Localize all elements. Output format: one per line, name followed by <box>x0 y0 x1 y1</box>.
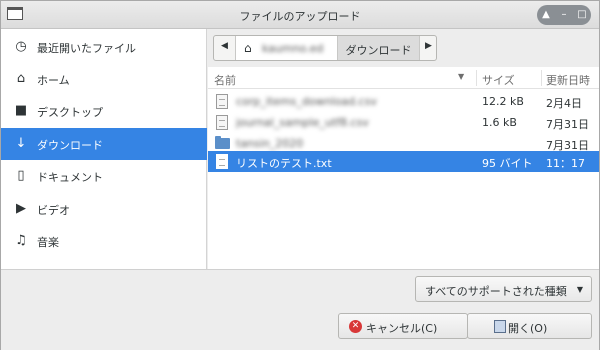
chevron-left-icon: ◀ <box>221 41 228 51</box>
home-icon: ⌂ <box>16 71 26 86</box>
folder-name: tansin_2020 <box>236 137 304 150</box>
home-icon: ⌂ <box>244 41 252 55</box>
path-scroll-left-button[interactable]: ◀ <box>214 36 236 60</box>
file-row-selected[interactable]: リストのテスト.txt 95 バイト 11：17 <box>208 151 599 172</box>
sidebar-item-label: ビデオ <box>37 204 70 217</box>
column-header-name[interactable]: 名前 <box>214 72 236 88</box>
sidebar-item-videos[interactable]: ▶ ビデオ <box>1 193 207 225</box>
file-row[interactable]: journal_sample_utf8.csv 1.6 kB 7月31日 <box>208 112 599 133</box>
file-list-header: 名前 ▼ サイズ 更新日時 <box>208 67 599 89</box>
sidebar-item-music[interactable]: ♫ 音楽 <box>1 225 207 257</box>
cancel-icon: ✕ <box>349 320 362 333</box>
sidebar-item-recent[interactable]: ◷ 最近開いたファイル <box>1 31 207 63</box>
open-button[interactable]: 開く(O) <box>467 313 592 339</box>
column-divider <box>476 70 477 86</box>
sidebar-item-label: ダウンロード <box>37 139 103 152</box>
file-type-filter-label: すべてのサポートされた種類 <box>425 285 567 298</box>
file-name: journal_sample_utf8.csv <box>236 116 369 129</box>
path-scroll-right-button[interactable]: ▶ <box>420 36 437 60</box>
text-file-icon <box>216 94 228 109</box>
title-bar: ファイルのアップロード ▲ – □ <box>1 1 599 29</box>
sidebar-item-home[interactable]: ⌂ ホーム <box>1 63 207 95</box>
column-divider <box>541 70 542 86</box>
chevron-down-icon: ▼ <box>576 285 583 294</box>
places-sidebar: ◷ 最近開いたファイル ⌂ ホーム ■ デスクトップ ↓ ダウンロード ▯ ドキ… <box>1 29 207 269</box>
sidebar-item-label: 音楽 <box>37 236 59 249</box>
path-current-label: ダウンロード <box>345 44 412 57</box>
file-size: 12.2 kB <box>482 95 524 108</box>
window-title: ファイルのアップロード <box>239 10 361 23</box>
download-icon: ↓ <box>15 136 27 151</box>
column-header-modified[interactable]: 更新日時 <box>546 72 590 88</box>
folder-icon <box>215 136 230 149</box>
sidebar-item-downloads[interactable]: ↓ ダウンロード <box>1 128 207 160</box>
open-icon <box>494 320 506 333</box>
dialog-footer: すべてのサポートされた種類 ▼ ✕ キャンセル(C) 開く(O) <box>1 269 599 350</box>
file-upload-dialog: ファイルのアップロード ▲ – □ ◷ 最近開いたファイル ⌂ ホーム ■ デス… <box>0 0 600 350</box>
sidebar-item-label: ホーム <box>37 74 70 87</box>
file-modified: 7月31日 <box>546 118 589 131</box>
sidebar-item-desktop[interactable]: ■ デスクトップ <box>1 95 207 127</box>
file-size: 1.6 kB <box>482 116 517 129</box>
path-downloads-button[interactable]: ダウンロード <box>338 36 420 60</box>
file-modified: 2月4日 <box>546 97 582 110</box>
file-name: リストのテスト.txt <box>236 157 332 170</box>
column-header-size[interactable]: サイズ <box>482 72 515 88</box>
file-name: corp_items_download.csv <box>236 95 377 108</box>
window-controls: ▲ – □ <box>537 5 591 25</box>
sidebar-item-label: ドキュメント <box>37 171 103 184</box>
file-type-filter[interactable]: すべてのサポートされた種類 ▼ <box>415 276 592 302</box>
file-row[interactable]: corp_items_download.csv 12.2 kB 2月4日 <box>208 91 599 112</box>
window-minimize-button[interactable]: – <box>555 5 573 25</box>
clock-icon: ◷ <box>15 39 27 54</box>
window-maximize-button[interactable]: □ <box>573 5 591 25</box>
cancel-button-label: キャンセル(C) <box>366 322 438 335</box>
chevron-right-icon: ▶ <box>425 41 432 51</box>
path-home-label: kaumno.ed <box>262 42 324 55</box>
file-list: 名前 ▼ サイズ 更新日時 corp_items_download.csv 12… <box>208 67 599 269</box>
music-icon: ♫ <box>15 233 27 248</box>
window-up-button[interactable]: ▲ <box>537 5 555 25</box>
file-size: 95 バイト <box>482 157 533 170</box>
text-file-icon <box>216 115 228 130</box>
sidebar-item-label: 最近開いたファイル <box>37 42 136 55</box>
sidebar-item-label: デスクトップ <box>37 106 103 119</box>
cancel-button[interactable]: ✕ キャンセル(C) <box>338 313 468 339</box>
sort-down-icon: ▼ <box>458 72 465 81</box>
path-bar: ◀ ⌂ kaumno.ed ダウンロード ▶ <box>213 35 437 61</box>
text-file-icon <box>216 154 228 169</box>
video-icon: ▶ <box>16 201 26 216</box>
sidebar-item-documents[interactable]: ▯ ドキュメント <box>1 160 207 192</box>
path-home-button[interactable]: ⌂ kaumno.ed <box>236 36 338 60</box>
document-icon: ▯ <box>17 168 25 183</box>
folder-icon: ■ <box>14 103 28 118</box>
file-modified: 11：17 <box>546 157 585 170</box>
open-button-label: 開く(O) <box>508 322 548 335</box>
